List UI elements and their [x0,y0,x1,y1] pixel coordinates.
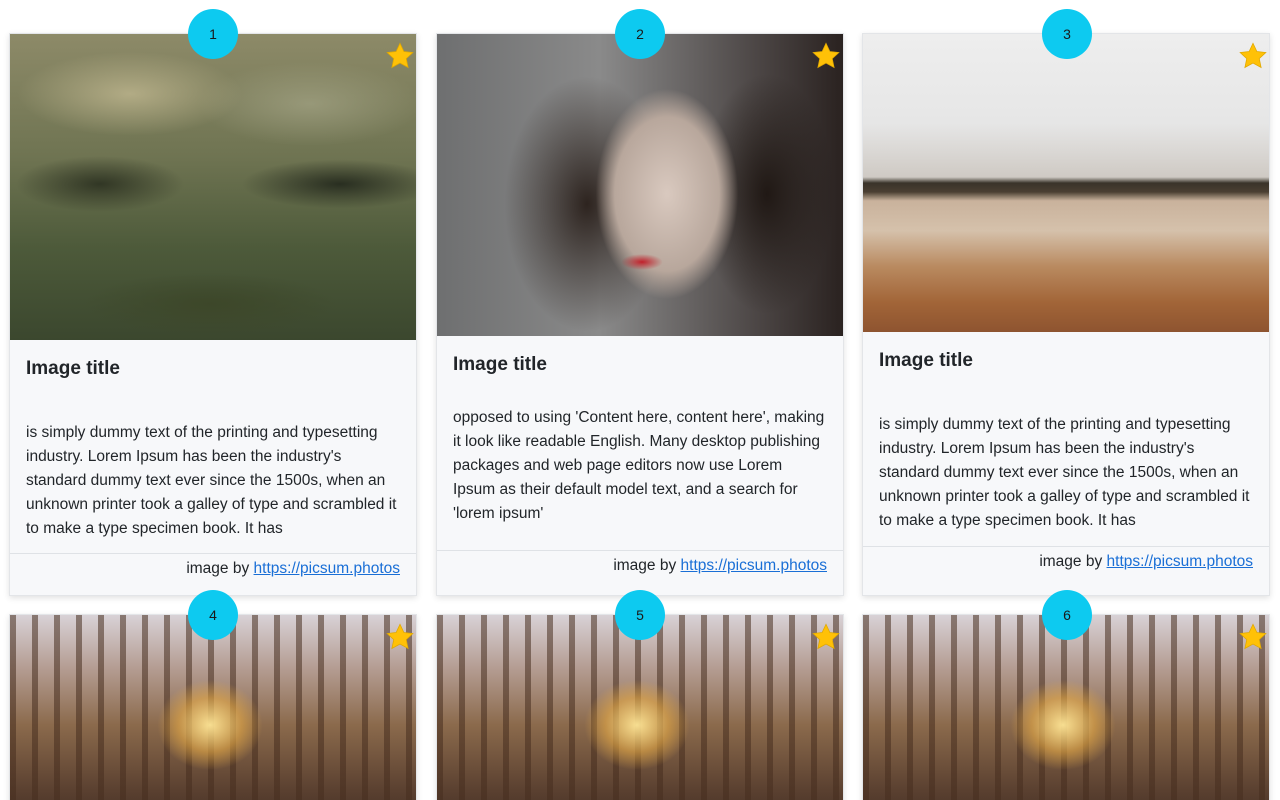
card-number-badge: 3 [1042,9,1092,59]
card-title: Image title [879,350,973,371]
image-card: Image title is simply dummy text of the … [9,33,417,596]
card-number-badge: 5 [615,590,665,640]
card-image [863,615,1269,800]
star-icon[interactable] [811,41,841,71]
card-number-badge: 2 [615,9,665,59]
card-footer: image by https://picsum.photos [10,553,416,595]
card-image [437,615,843,800]
star-icon[interactable] [1238,41,1268,71]
card-title: Image title [453,354,547,375]
credit-link[interactable]: https://picsum.photos [681,557,827,574]
card-footer: image by https://picsum.photos [437,550,843,595]
card-image [10,615,416,800]
star-icon[interactable] [385,41,415,71]
card-title: Image title [26,358,120,379]
card-body: Image title is simply dummy text of the … [10,358,416,541]
card-image [10,34,416,340]
star-icon[interactable] [385,622,415,652]
card-footer: image by https://picsum.photos [863,546,1269,595]
image-card [862,614,1270,800]
credit-prefix: image by [613,557,677,574]
card-number-badge: 6 [1042,590,1092,640]
image-card: Image title is simply dummy text of the … [862,33,1270,596]
card-body: Image title opposed to using 'Content he… [437,354,843,526]
card-text: is simply dummy text of the printing and… [26,424,397,537]
card-number-badge: 1 [188,9,238,59]
image-card [436,614,844,800]
card-grid: Image title is simply dummy text of the … [0,0,1280,800]
card-number-badge: 4 [188,590,238,640]
credit-prefix: image by [186,560,250,577]
image-card: Image title opposed to using 'Content he… [436,33,844,596]
card-body: Image title is simply dummy text of the … [863,350,1269,533]
credit-link[interactable]: https://picsum.photos [254,560,400,577]
image-card [9,614,417,800]
credit-prefix: image by [1039,553,1103,570]
star-icon[interactable] [811,622,841,652]
card-text: is simply dummy text of the printing and… [879,416,1250,529]
card-text: opposed to using 'Content here, content … [453,409,825,522]
card-image [863,34,1269,332]
star-icon[interactable] [1238,622,1268,652]
credit-link[interactable]: https://picsum.photos [1107,553,1253,570]
card-image [437,34,843,336]
